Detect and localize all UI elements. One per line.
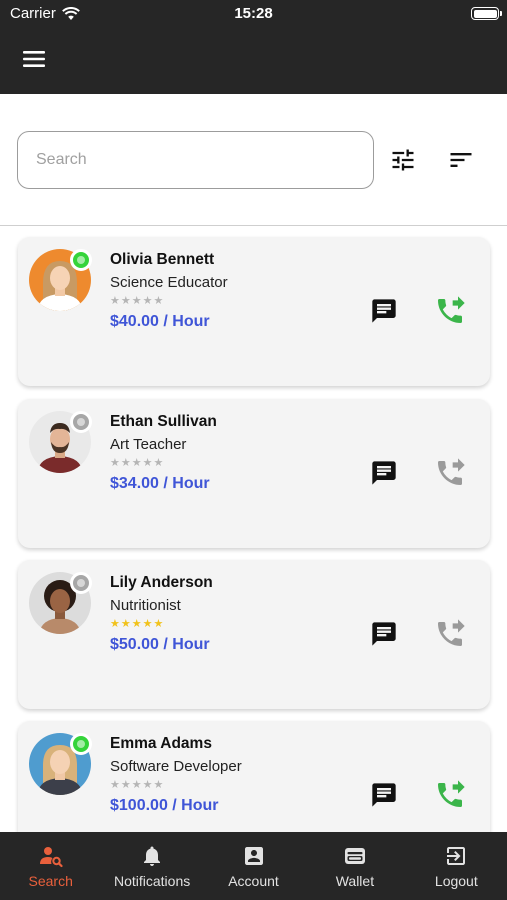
star-icon: ★ <box>110 295 121 307</box>
tutor-role: Art Teacher <box>110 436 187 453</box>
tutor-name: Emma Adams <box>110 735 212 752</box>
search-field[interactable] <box>17 131 374 189</box>
account-box-icon <box>244 847 263 865</box>
star-icon: ★ <box>131 457 143 469</box>
rating-stars: ★★★★★ <box>110 617 213 631</box>
tutor-role: Software Developer <box>110 758 242 775</box>
rating-stars: ★★★★★ <box>110 456 217 470</box>
tutor-info: Emma Adams Software Developer ★★★★★ $100… <box>110 735 242 815</box>
chat-icon <box>372 783 396 807</box>
tutor-price: $50.00 / Hour <box>110 636 210 653</box>
tutor-info: Olivia Bennett Science Educator ★★★★★ $4… <box>110 251 228 331</box>
tutor-price: $40.00 / Hour <box>110 313 210 330</box>
tab-search[interactable]: Search <box>0 832 101 900</box>
message-button[interactable] <box>370 459 398 487</box>
bell-icon <box>144 846 161 866</box>
chat-icon <box>372 622 396 646</box>
star-icon: ★ <box>131 295 143 307</box>
hamburger-menu-button[interactable] <box>22 49 48 71</box>
tab-logout[interactable]: Logout <box>406 832 507 900</box>
tab-wallet[interactable]: Wallet <box>304 832 405 900</box>
tune-sliders-icon <box>392 149 414 171</box>
star-icon: ★ <box>120 779 132 791</box>
tutor-list[interactable]: Olivia Bennett Science Educator ★★★★★ $4… <box>0 226 507 832</box>
top-app-bar: Carrier 15:28 <box>0 0 507 94</box>
tutor-info: Lily Anderson Nutritionist ★★★★★ $50.00 … <box>110 574 213 654</box>
tutor-card[interactable]: Lily Anderson Nutritionist ★★★★★ $50.00 … <box>18 560 490 709</box>
star-icon: ★ <box>153 618 165 630</box>
call-button[interactable] <box>434 618 466 650</box>
star-icon: ★ <box>131 779 143 791</box>
offline-status-indicator <box>70 572 92 594</box>
tab-label: Logout <box>434 873 478 889</box>
wallet-icon <box>344 848 365 864</box>
star-icon: ★ <box>153 295 165 307</box>
star-icon: ★ <box>153 779 165 791</box>
filter-button[interactable] <box>389 146 417 174</box>
offline-status-indicator <box>70 411 92 433</box>
star-icon: ★ <box>131 618 143 630</box>
online-status-indicator <box>70 249 92 271</box>
phone-forwarded-icon <box>438 458 465 485</box>
star-icon: ★ <box>110 457 121 469</box>
call-button[interactable] <box>434 295 466 327</box>
tutor-name: Ethan Sullivan <box>110 413 217 430</box>
tab-label: Wallet <box>335 873 375 889</box>
star-icon: ★ <box>142 295 154 307</box>
rating-stars: ★★★★★ <box>110 778 242 792</box>
menu-icon <box>23 51 45 67</box>
call-button[interactable] <box>434 457 466 489</box>
battery-icon <box>471 7 502 20</box>
tutor-price: $100.00 / Hour <box>110 797 219 814</box>
phone-forwarded-icon <box>438 296 465 323</box>
message-button[interactable] <box>370 620 398 648</box>
star-icon: ★ <box>142 457 154 469</box>
bottom-tab-bar: Search Notifications Account Wallet Logo… <box>0 832 507 900</box>
phone-forwarded-icon <box>438 619 465 646</box>
logout-icon <box>447 847 466 865</box>
tab-label: Account <box>228 873 279 889</box>
chat-icon <box>372 299 396 323</box>
message-button[interactable] <box>370 781 398 809</box>
star-icon: ★ <box>120 618 132 630</box>
call-button[interactable] <box>434 779 466 811</box>
tutor-info: Ethan Sullivan Art Teacher ★★★★★ $34.00 … <box>110 413 217 493</box>
tab-label: Notifications <box>113 873 191 889</box>
tutor-name: Olivia Bennett <box>110 251 215 268</box>
star-icon: ★ <box>120 457 132 469</box>
star-icon: ★ <box>142 618 154 630</box>
tutor-role: Science Educator <box>110 274 228 291</box>
sort-button[interactable] <box>447 146 475 174</box>
tutor-card[interactable]: Emma Adams Software Developer ★★★★★ $100… <box>18 721 490 832</box>
star-icon: ★ <box>110 779 121 791</box>
tab-label: Search <box>28 873 73 889</box>
tutor-role: Nutritionist <box>110 597 181 614</box>
star-icon: ★ <box>120 295 132 307</box>
tab-account[interactable]: Account <box>203 832 304 900</box>
status-time: 15:28 <box>234 5 273 22</box>
star-icon: ★ <box>110 618 121 630</box>
tutor-price: $34.00 / Hour <box>110 475 210 492</box>
online-status-indicator <box>70 733 92 755</box>
chat-icon <box>372 461 396 485</box>
message-button[interactable] <box>370 297 398 325</box>
star-icon: ★ <box>142 779 154 791</box>
search-input[interactable] <box>18 132 373 188</box>
tutor-card[interactable]: Ethan Sullivan Art Teacher ★★★★★ $34.00 … <box>18 399 490 548</box>
tutor-name: Lily Anderson <box>110 574 213 591</box>
sort-icon <box>450 153 472 167</box>
tab-notifications[interactable]: Notifications <box>101 832 202 900</box>
tutor-card[interactable]: Olivia Bennett Science Educator ★★★★★ $4… <box>18 237 490 386</box>
rating-stars: ★★★★★ <box>110 294 228 308</box>
star-icon: ★ <box>153 457 165 469</box>
phone-forwarded-icon <box>438 780 465 807</box>
user-search-icon <box>39 847 63 868</box>
